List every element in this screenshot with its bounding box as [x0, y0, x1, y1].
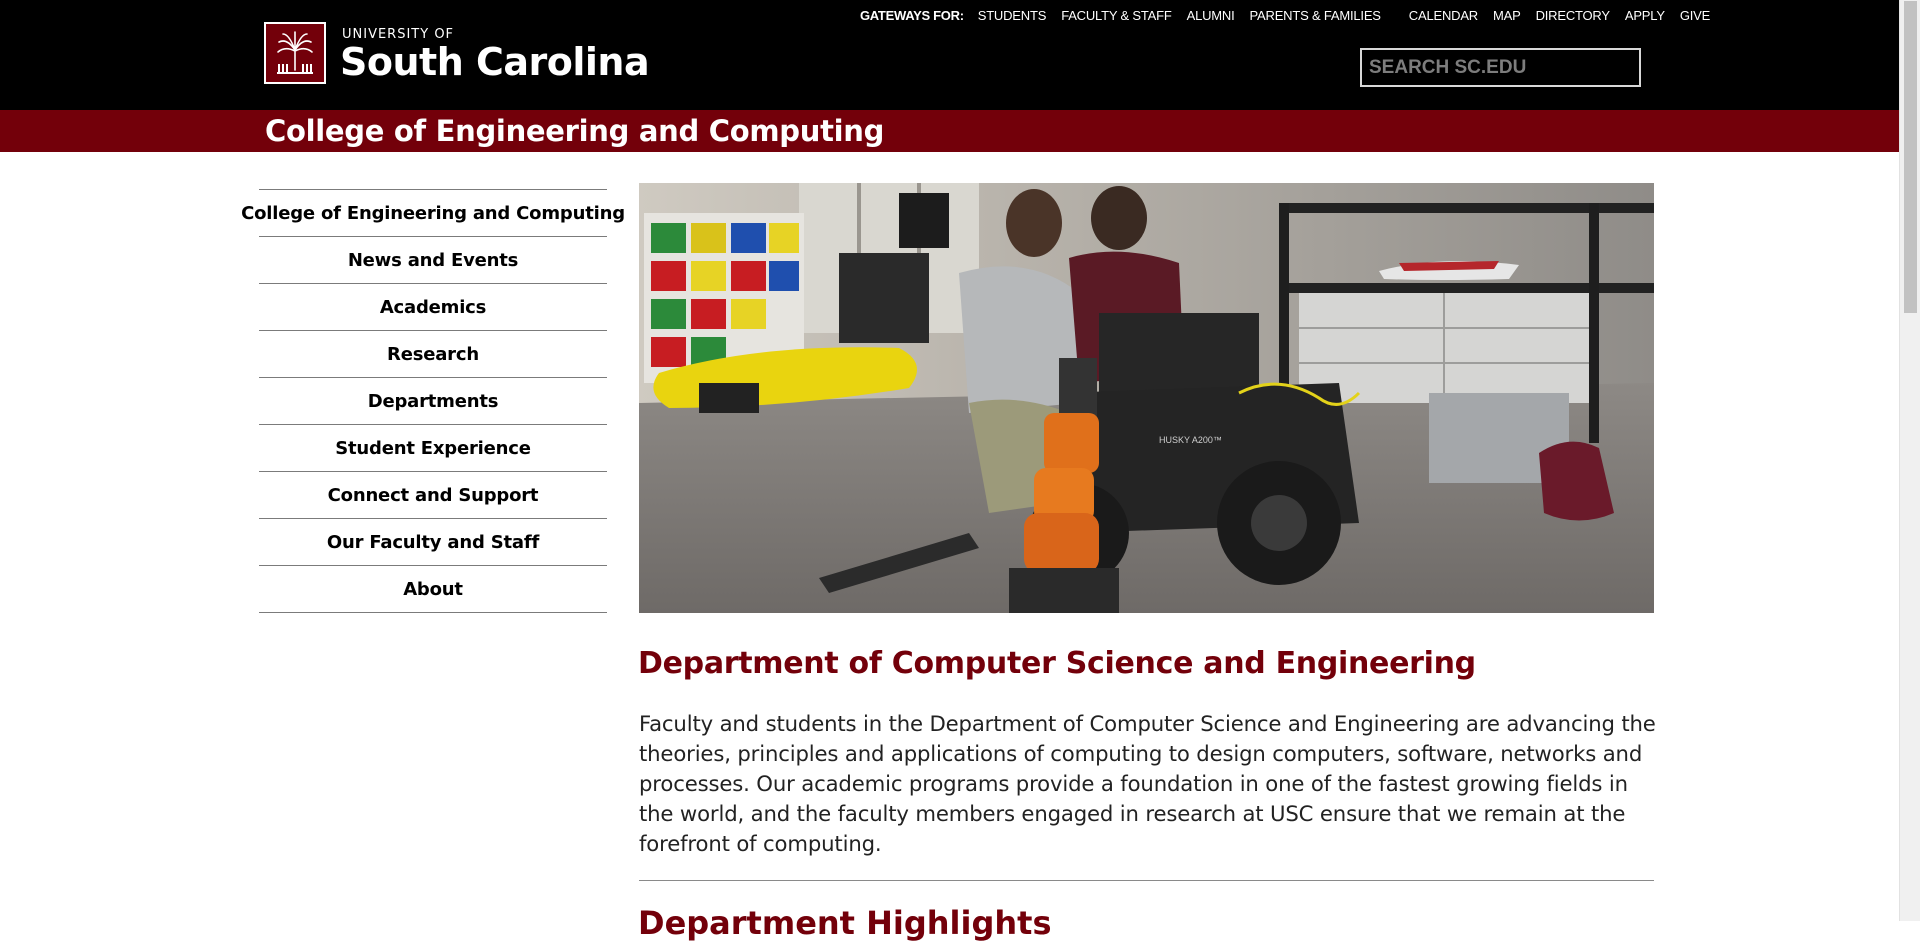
- gateway-link-students[interactable]: STUDENTS: [978, 8, 1047, 23]
- utility-link-apply[interactable]: APPLY: [1625, 8, 1665, 23]
- department-highlights-heading: Department Highlights: [638, 904, 1052, 942]
- utility-link-map[interactable]: MAP: [1493, 8, 1521, 23]
- college-banner: College of Engineering and Computing: [0, 110, 1899, 152]
- section-divider: [639, 880, 1654, 881]
- intro-paragraph: Faculty and students in the Department o…: [639, 711, 1656, 856]
- utility-link-calendar[interactable]: CALENDAR: [1409, 8, 1478, 23]
- lab-robotics-photo: HUSKY A200™: [639, 183, 1654, 613]
- college-title-link[interactable]: College of Engineering and Computing: [265, 114, 884, 148]
- page-title: Department of Computer Science and Engin…: [638, 646, 1476, 681]
- search-input[interactable]: [1360, 48, 1641, 87]
- usc-palmetto-logo-icon[interactable]: [264, 22, 326, 84]
- robot-model-label: HUSKY A200™: [1159, 435, 1222, 445]
- sidebar-item-about[interactable]: About: [259, 566, 607, 613]
- sidebar-item-departments[interactable]: Departments: [259, 378, 607, 425]
- utility-link-directory[interactable]: DIRECTORY: [1536, 8, 1610, 23]
- page-scrollbar[interactable]: [1899, 0, 1920, 921]
- utility-link-give[interactable]: GIVE: [1680, 8, 1710, 23]
- gateway-link-faculty-staff[interactable]: FACULTY & STAFF: [1061, 8, 1172, 23]
- gateway-link-alumni[interactable]: ALUMNI: [1187, 8, 1235, 23]
- sidebar-item-connect-support[interactable]: Connect and Support: [259, 472, 607, 519]
- scrollbar-thumb[interactable]: [1904, 1, 1917, 313]
- sidebar-item-news-events[interactable]: News and Events: [259, 237, 607, 284]
- sidebar-nav: College of Engineering and Computing New…: [241, 189, 625, 613]
- sidebar-item-faculty-staff[interactable]: Our Faculty and Staff: [259, 519, 607, 566]
- sidebar-item-academics[interactable]: Academics: [259, 284, 607, 331]
- site-header: UNIVERSITY OF South Carolina GATEWAYS FO…: [0, 0, 1899, 110]
- utility-nav: GATEWAYS FOR: STUDENTS FACULTY & STAFF A…: [860, 8, 1725, 23]
- logo-south-carolina-text[interactable]: South Carolina: [340, 40, 650, 84]
- gateways-label: GATEWAYS FOR:: [860, 8, 964, 23]
- sidebar-item-research[interactable]: Research: [259, 331, 607, 378]
- sidebar-item-student-experience[interactable]: Student Experience: [259, 425, 607, 472]
- gateway-link-parents-families[interactable]: PARENTS & FAMILIES: [1250, 8, 1381, 23]
- sidebar-item-college[interactable]: College of Engineering and Computing: [241, 190, 625, 237]
- hero-image: HUSKY A200™: [639, 183, 1654, 613]
